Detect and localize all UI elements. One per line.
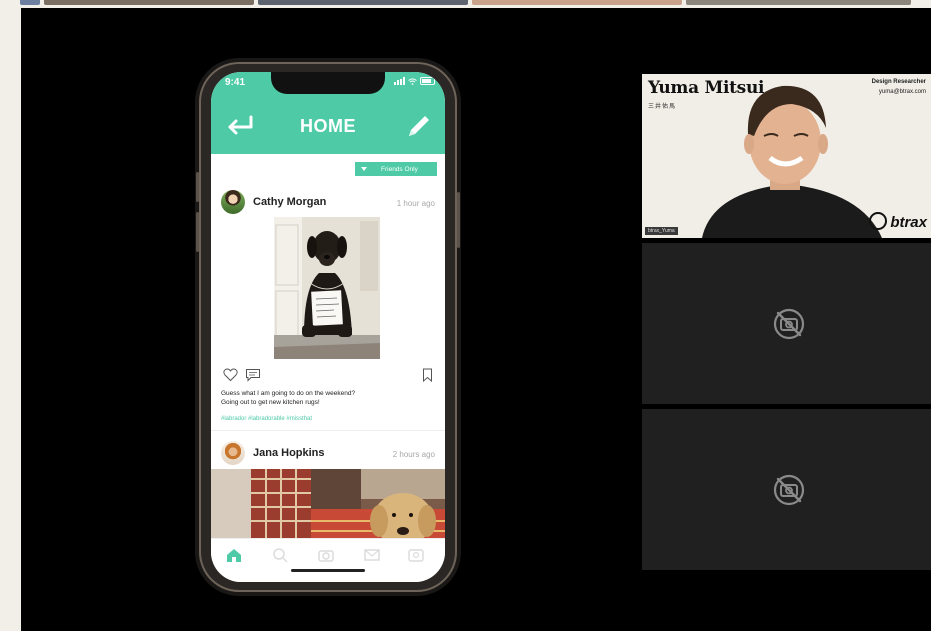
speaker-email: yuma@btrax.com <box>878 89 926 95</box>
caption-line: Going out to get new kitchen rugs! <box>221 398 320 406</box>
shared-screen-stage: 9:41 HOME Friends Only Cathy Morgan 1 ho… <box>21 8 931 631</box>
pencil-icon[interactable] <box>405 112 433 140</box>
wifi-icon <box>408 77 417 85</box>
thumbnail-2[interactable] <box>44 0 254 5</box>
post-time: 1 hour ago <box>396 199 435 208</box>
post-divider <box>211 430 445 431</box>
gallery-thumbnail-strip <box>0 0 931 8</box>
phone-mockup: 9:41 HOME Friends Only Cathy Morgan 1 ho… <box>196 62 460 592</box>
dog-photo-image <box>274 217 380 359</box>
speaker-name: Yuma Mitsui <box>648 78 765 98</box>
post-actions <box>223 368 433 384</box>
post-time: 2 hours ago <box>392 450 435 459</box>
video-tile-speaker[interactable]: Yuma Mitsui 三井佑馬 Design Researcher yuma@… <box>642 74 931 238</box>
home-indicator <box>291 569 365 572</box>
bookmark-icon[interactable] <box>422 368 433 382</box>
post-photo[interactable] <box>211 469 445 541</box>
camera-off-icon <box>773 308 805 340</box>
privacy-filter-dropdown[interactable]: Friends Only <box>355 162 437 176</box>
speaker-role: Design Researcher <box>871 79 926 85</box>
video-tile-camera-off[interactable] <box>642 409 931 570</box>
tab-messages[interactable] <box>363 547 381 563</box>
bottom-tab-bar <box>211 538 445 582</box>
heart-icon[interactable] <box>223 368 238 382</box>
avatar[interactable] <box>221 441 245 465</box>
speaker-name-japanese: 三井佑馬 <box>648 104 677 110</box>
phone-notch <box>271 72 385 94</box>
tab-profile[interactable] <box>407 547 425 563</box>
post-author[interactable]: Cathy Morgan <box>253 196 326 208</box>
comment-icon[interactable] <box>245 368 261 382</box>
tab-search[interactable] <box>271 547 289 563</box>
post-author[interactable]: Jana Hopkins <box>253 447 325 459</box>
phone-screen: 9:41 HOME Friends Only Cathy Morgan 1 ho… <box>211 72 445 582</box>
thumbnail-5[interactable] <box>686 0 911 5</box>
brand-logo: btrax <box>890 214 927 231</box>
phone-side-button <box>196 172 199 202</box>
thumbnail-4[interactable] <box>472 0 682 5</box>
status-icons <box>394 77 435 85</box>
status-time: 9:41 <box>225 77 246 88</box>
phone-side-button <box>457 192 460 248</box>
avatar[interactable] <box>221 190 245 214</box>
post-hashtags[interactable]: #labrador #labradorable #missthat <box>221 416 312 422</box>
battery-icon <box>420 77 435 85</box>
tab-home[interactable] <box>225 547 243 563</box>
video-tile-camera-off[interactable] <box>642 243 931 404</box>
phone-side-button <box>196 212 199 252</box>
speaker-video-feed <box>642 74 931 238</box>
participant-label: btrax_Yuma <box>645 227 678 235</box>
camera-off-icon <box>773 474 805 506</box>
thumbnail-1[interactable] <box>20 0 40 5</box>
filter-label: Friends Only <box>381 165 418 173</box>
signal-icon <box>394 77 405 85</box>
tab-camera[interactable] <box>317 547 335 563</box>
app-header: 9:41 HOME <box>211 72 445 154</box>
post-caption: Guess what I am going to do on the weeke… <box>221 390 435 407</box>
caption-line: Guess what I am going to do on the weeke… <box>221 390 356 397</box>
chevron-down-icon <box>361 167 367 171</box>
post-photo[interactable] <box>274 217 380 359</box>
thumbnail-3[interactable] <box>258 0 468 5</box>
post-header: Jana Hopkins <box>221 441 325 465</box>
post-header: Cathy Morgan <box>221 190 326 214</box>
dog-on-rug-image <box>211 469 445 541</box>
